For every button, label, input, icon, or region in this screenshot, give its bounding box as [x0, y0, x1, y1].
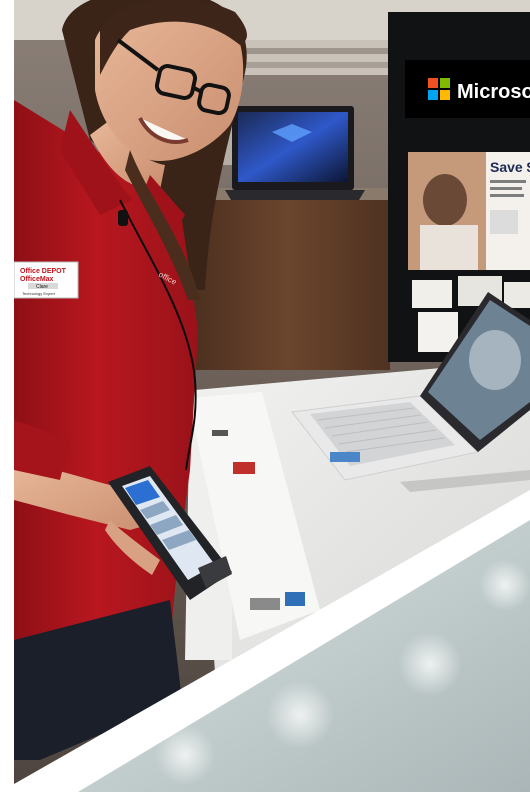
badge-brand-line2: OfficeMax — [20, 276, 54, 283]
poster-headline: Save $ — [490, 159, 530, 175]
microsoft-logo-yellow — [440, 90, 450, 100]
badge-name: Clare — [36, 284, 48, 290]
microsoft-sign-text: Microso — [457, 81, 530, 103]
store-photo: Microso Save $ Office DEPOT OfficeMax Cl… — [0, 0, 530, 792]
wood-counter — [185, 195, 390, 370]
back-laptop — [225, 106, 365, 200]
left-margin — [0, 0, 14, 792]
microsoft-logo-green — [440, 78, 450, 88]
badge-role: Technology Expert — [22, 291, 56, 296]
microsoft-logo-blue — [428, 90, 438, 100]
microsoft-logo-red — [428, 78, 438, 88]
badge-brand-line1: Office DEPOT — [20, 268, 67, 275]
upper-shelf — [230, 40, 400, 75]
name-badge: Office DEPOT OfficeMax Clare Technology … — [13, 261, 79, 299]
